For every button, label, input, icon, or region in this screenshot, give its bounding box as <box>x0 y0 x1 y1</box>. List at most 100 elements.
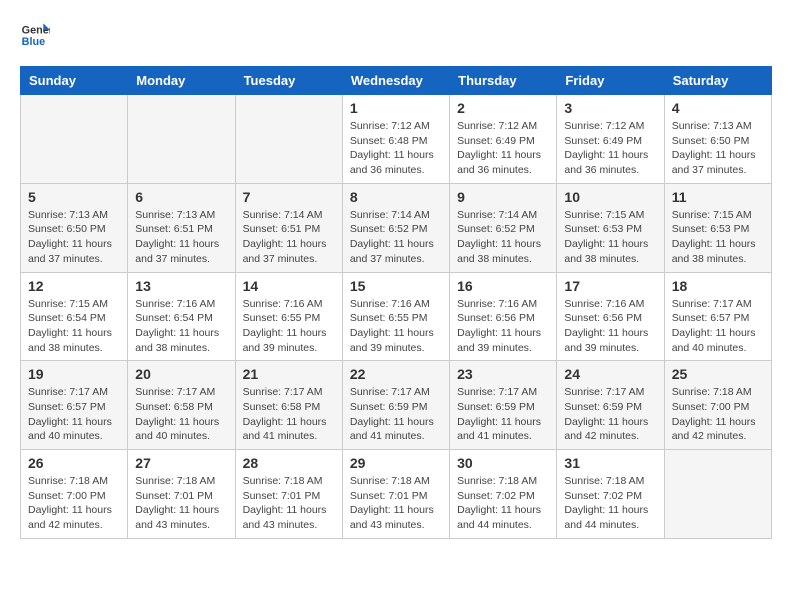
day-info: Sunrise: 7:12 AM Sunset: 6:49 PM Dayligh… <box>564 119 656 178</box>
day-number: 8 <box>350 189 442 205</box>
calendar-day-cell: 25 Sunrise: 7:18 AM Sunset: 7:00 PM Dayli… <box>664 361 771 450</box>
day-info: Sunrise: 7:14 AM Sunset: 6:52 PM Dayligh… <box>350 208 442 267</box>
calendar-day-cell: 16Sunrise: 7:16 AM Sunset: 6:56 PM Dayli… <box>450 272 557 361</box>
day-number: 9 <box>457 189 549 205</box>
calendar-day-cell: 14 Sunrise: 7:16 AM Sunset: 6:55 PM Dayli… <box>235 272 342 361</box>
day-info: Sunrise: 7:13 AM Sunset: 6:51 PM Dayligh… <box>135 208 227 267</box>
day-info: Sunrise: 7:18 AM Sunset: 7:02 PM Dayligh… <box>457 474 549 533</box>
calendar-day-cell: 28Sunrise: 7:18 AM Sunset: 7:01 PM Dayli… <box>235 450 342 539</box>
calendar-table: SundayMondayTuesdayWednesdayThursdayFrid… <box>20 66 772 539</box>
calendar-day-cell: 3 Sunrise: 7:12 AM Sunset: 6:49 PM Daylig… <box>557 95 664 184</box>
svg-text:Blue: Blue <box>22 36 45 48</box>
day-number: 11 <box>672 189 764 205</box>
day-number: 2 <box>457 100 549 116</box>
day-number: 30 <box>457 455 549 471</box>
calendar-day-cell: 29Sunrise: 7:18 AM Sunset: 7:01 PM Dayli… <box>342 450 449 539</box>
day-info: Sunrise: 7:18 AM Sunset: 7:01 PM Dayligh… <box>243 474 335 533</box>
calendar-day-cell: 31 Sunrise: 7:18 AM Sunset: 7:02 PM Dayli… <box>557 450 664 539</box>
calendar-day-cell: 5 Sunrise: 7:13 AM Sunset: 6:50 PM Daylig… <box>21 183 128 272</box>
day-number: 27 <box>135 455 227 471</box>
calendar-day-cell: 30 Sunrise: 7:18 AM Sunset: 7:02 PM Dayli… <box>450 450 557 539</box>
day-info: Sunrise: 7:17 AM Sunset: 6:58 PM Dayligh… <box>135 385 227 444</box>
calendar-col-header: Thursday <box>450 67 557 95</box>
calendar-week-row: 5 Sunrise: 7:13 AM Sunset: 6:50 PM Daylig… <box>21 183 772 272</box>
calendar-week-row: 1Sunrise: 7:12 AM Sunset: 6:48 PM Daylig… <box>21 95 772 184</box>
day-number: 16 <box>457 278 549 294</box>
day-number: 29 <box>350 455 442 471</box>
day-number: 21 <box>243 366 335 382</box>
day-number: 3 <box>564 100 656 116</box>
day-info: Sunrise: 7:13 AM Sunset: 6:50 PM Dayligh… <box>28 208 120 267</box>
calendar-day-cell: 11 Sunrise: 7:15 AM Sunset: 6:53 PM Dayli… <box>664 183 771 272</box>
calendar-week-row: 12 Sunrise: 7:15 AM Sunset: 6:54 PM Dayli… <box>21 272 772 361</box>
day-number: 7 <box>243 189 335 205</box>
calendar-header-row: SundayMondayTuesdayWednesdayThursdayFrid… <box>21 67 772 95</box>
day-info: Sunrise: 7:18 AM Sunset: 7:00 PM Dayligh… <box>672 385 764 444</box>
calendar-col-header: Tuesday <box>235 67 342 95</box>
calendar-col-header: Wednesday <box>342 67 449 95</box>
day-info: Sunrise: 7:12 AM Sunset: 6:49 PM Dayligh… <box>457 119 549 178</box>
calendar-day-cell: 15 Sunrise: 7:16 AM Sunset: 6:55 PM Dayli… <box>342 272 449 361</box>
calendar-day-cell: 8 Sunrise: 7:14 AM Sunset: 6:52 PM Daylig… <box>342 183 449 272</box>
calendar-day-cell: 24Sunrise: 7:17 AM Sunset: 6:59 PM Dayli… <box>557 361 664 450</box>
day-info: Sunrise: 7:16 AM Sunset: 6:54 PM Dayligh… <box>135 297 227 356</box>
day-info: Sunrise: 7:15 AM Sunset: 6:54 PM Dayligh… <box>28 297 120 356</box>
day-info: Sunrise: 7:18 AM Sunset: 7:01 PM Dayligh… <box>135 474 227 533</box>
day-info: Sunrise: 7:17 AM Sunset: 6:59 PM Dayligh… <box>564 385 656 444</box>
calendar-day-cell: 27 Sunrise: 7:18 AM Sunset: 7:01 PM Dayli… <box>128 450 235 539</box>
day-number: 12 <box>28 278 120 294</box>
calendar-day-cell: 7Sunrise: 7:14 AM Sunset: 6:51 PM Daylig… <box>235 183 342 272</box>
day-number: 14 <box>243 278 335 294</box>
day-number: 17 <box>564 278 656 294</box>
day-info: Sunrise: 7:15 AM Sunset: 6:53 PM Dayligh… <box>672 208 764 267</box>
logo: General Blue <box>20 20 50 50</box>
day-number: 10 <box>564 189 656 205</box>
calendar-day-cell: 21 Sunrise: 7:17 AM Sunset: 6:58 PM Dayli… <box>235 361 342 450</box>
day-number: 18 <box>672 278 764 294</box>
calendar-day-cell: 10 Sunrise: 7:15 AM Sunset: 6:53 PM Dayli… <box>557 183 664 272</box>
day-number: 1 <box>350 100 442 116</box>
calendar-day-cell: 6 Sunrise: 7:13 AM Sunset: 6:51 PM Daylig… <box>128 183 235 272</box>
day-number: 31 <box>564 455 656 471</box>
calendar-day-cell: 4 Sunrise: 7:13 AM Sunset: 6:50 PM Daylig… <box>664 95 771 184</box>
day-info: Sunrise: 7:13 AM Sunset: 6:50 PM Dayligh… <box>672 119 764 178</box>
day-info: Sunrise: 7:17 AM Sunset: 6:57 PM Dayligh… <box>672 297 764 356</box>
day-info: Sunrise: 7:16 AM Sunset: 6:55 PM Dayligh… <box>243 297 335 356</box>
calendar-day-cell: 12 Sunrise: 7:15 AM Sunset: 6:54 PM Dayli… <box>21 272 128 361</box>
day-number: 4 <box>672 100 764 116</box>
calendar-day-cell: 13 Sunrise: 7:16 AM Sunset: 6:54 PM Dayli… <box>128 272 235 361</box>
day-number: 25 <box>672 366 764 382</box>
day-info: Sunrise: 7:16 AM Sunset: 6:56 PM Dayligh… <box>564 297 656 356</box>
calendar-day-cell: 1Sunrise: 7:12 AM Sunset: 6:48 PM Daylig… <box>342 95 449 184</box>
day-number: 6 <box>135 189 227 205</box>
calendar-day-cell <box>235 95 342 184</box>
day-info: Sunrise: 7:15 AM Sunset: 6:53 PM Dayligh… <box>564 208 656 267</box>
calendar-day-cell: 22Sunrise: 7:17 AM Sunset: 6:59 PM Dayli… <box>342 361 449 450</box>
day-number: 13 <box>135 278 227 294</box>
calendar-day-cell <box>664 450 771 539</box>
day-number: 23 <box>457 366 549 382</box>
calendar-day-cell: 17 Sunrise: 7:16 AM Sunset: 6:56 PM Dayli… <box>557 272 664 361</box>
day-info: Sunrise: 7:17 AM Sunset: 6:59 PM Dayligh… <box>457 385 549 444</box>
calendar-col-header: Saturday <box>664 67 771 95</box>
calendar-day-cell: 18 Sunrise: 7:17 AM Sunset: 6:57 PM Dayli… <box>664 272 771 361</box>
calendar-col-header: Monday <box>128 67 235 95</box>
day-info: Sunrise: 7:17 AM Sunset: 6:57 PM Dayligh… <box>28 385 120 444</box>
calendar-day-cell <box>21 95 128 184</box>
calendar-day-cell: 26 Sunrise: 7:18 AM Sunset: 7:00 PM Dayli… <box>21 450 128 539</box>
day-info: Sunrise: 7:17 AM Sunset: 6:58 PM Dayligh… <box>243 385 335 444</box>
day-number: 26 <box>28 455 120 471</box>
day-info: Sunrise: 7:18 AM Sunset: 7:02 PM Dayligh… <box>564 474 656 533</box>
calendar-week-row: 19 Sunrise: 7:17 AM Sunset: 6:57 PM Dayli… <box>21 361 772 450</box>
page-header: General Blue <box>20 20 772 50</box>
day-info: Sunrise: 7:18 AM Sunset: 7:00 PM Dayligh… <box>28 474 120 533</box>
calendar-day-cell: 2 Sunrise: 7:12 AM Sunset: 6:49 PM Daylig… <box>450 95 557 184</box>
calendar-col-header: Friday <box>557 67 664 95</box>
day-number: 5 <box>28 189 120 205</box>
calendar-day-cell: 23 Sunrise: 7:17 AM Sunset: 6:59 PM Dayli… <box>450 361 557 450</box>
day-info: Sunrise: 7:17 AM Sunset: 6:59 PM Dayligh… <box>350 385 442 444</box>
day-info: Sunrise: 7:16 AM Sunset: 6:55 PM Dayligh… <box>350 297 442 356</box>
day-number: 19 <box>28 366 120 382</box>
day-number: 15 <box>350 278 442 294</box>
calendar-day-cell: 20Sunrise: 7:17 AM Sunset: 6:58 PM Dayli… <box>128 361 235 450</box>
